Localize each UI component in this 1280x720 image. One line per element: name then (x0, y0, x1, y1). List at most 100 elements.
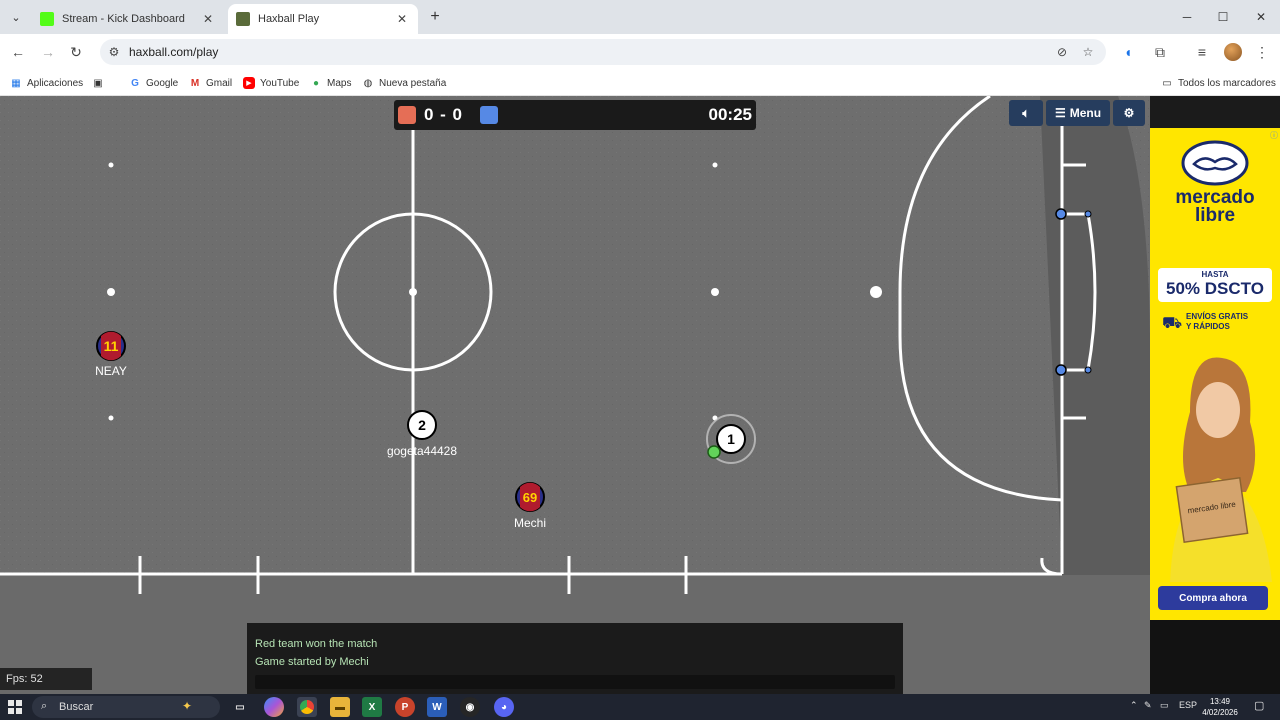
all-bookmarks[interactable]: ▭ Todos los marcadores (1161, 75, 1276, 91)
maps-icon: ● (312, 77, 320, 89)
sound-button[interactable]: 🔈︎ (1009, 100, 1043, 126)
bookmark-label: Maps (327, 77, 352, 89)
haxball-game[interactable]: 11 2 69 1 NEAY gogeta44428 Mechi 0 - 0 0… (0, 96, 1150, 694)
clock-time: 13:49 (1209, 697, 1231, 706)
ad-shipping-line1: ENVÍOS GRATIS (1186, 312, 1249, 321)
chrome-icon[interactable] (297, 697, 317, 717)
ad-shipping-line2: Y RÁPIDOS (1186, 322, 1230, 331)
close-window-icon[interactable]: ✕ (1248, 6, 1274, 28)
windows-taskbar: ⌕ Buscar ✦ ▭ ▬ X P W ◉ ◕ ⌃ ✎ ▭ ESP 13:49… (0, 694, 1280, 720)
obs-icon[interactable]: ◉ (460, 697, 480, 717)
gear-icon: ⚙ (1123, 106, 1135, 120)
kick-favicon-icon (40, 12, 54, 26)
show-hidden-icons-icon[interactable]: ⌃ (1130, 700, 1138, 711)
google-icon: G (131, 77, 139, 89)
language-indicator[interactable]: ESP (1179, 700, 1197, 710)
player-disc-gogeta[interactable]: 2 (407, 410, 437, 440)
avatar[interactable] (1224, 43, 1242, 61)
pen-icon[interactable]: ✎ (1144, 700, 1152, 711)
mercado-libre-ad[interactable]: mercado libre HASTA 50% DSCTO ⛟ ENVÍOS G… (1150, 128, 1280, 620)
extension-icon[interactable]: ◖ (1118, 42, 1138, 62)
chat-box: Red team won the match Game started by M… (247, 623, 903, 694)
media-controls-icon[interactable]: ≡ (1192, 42, 1212, 62)
forward-icon[interactable]: → (38, 42, 58, 62)
player-number: 69 (523, 490, 537, 505)
close-icon[interactable]: ✕ (200, 11, 216, 27)
network-icon[interactable]: ▭ (1160, 700, 1169, 711)
tab-kick-dashboard[interactable]: Stream - Kick Dashboard ✕ (32, 4, 224, 34)
excel-icon[interactable]: X (362, 697, 382, 717)
search-icon: ⌕ (41, 700, 48, 712)
task-view-icon[interactable]: ▭ (230, 697, 250, 717)
ad-promo-big: 50% DSCTO (1166, 279, 1264, 298)
bookmark-maps[interactable]: ● Maps (310, 75, 351, 91)
chat-input[interactable] (255, 675, 895, 689)
player-disc-mechi[interactable]: 69 (515, 482, 545, 512)
ad-model-image: mercado libre (1170, 357, 1272, 582)
ad-shipping-text: ENVÍOS GRATIS Y RÁPIDOS (1186, 312, 1278, 332)
folder-icon: ▭ (1162, 77, 1172, 89)
word-icon[interactable]: W (427, 697, 447, 717)
bookmark-label: Gmail (206, 77, 233, 89)
ad-cta-button[interactable]: Compra ahora (1158, 586, 1268, 610)
browser-toolbar: ← → ↻ ⚙ haxball.com/play ⊘ ☆ ◖ ⧉ ≡ ⋮ (0, 34, 1280, 70)
tab-groups-icon[interactable]: ▣ (92, 75, 109, 91)
bookmark-gmail[interactable]: M Gmail (189, 75, 232, 91)
reload-icon[interactable]: ↻ (66, 42, 86, 62)
notifications-icon[interactable]: ▢ (1254, 699, 1264, 712)
minimize-icon[interactable]: ─ (1174, 6, 1200, 28)
menu-button[interactable]: ☰ Menu (1046, 100, 1110, 126)
youtube-icon: ▶ (243, 77, 255, 89)
tab-haxball-play[interactable]: Haxball Play ✕ (228, 4, 418, 34)
new-tab-button[interactable]: + (424, 6, 446, 28)
blue-team-indicator (480, 106, 498, 124)
file-explorer-icon[interactable]: ▬ (330, 697, 350, 717)
windows-start-icon[interactable] (8, 700, 22, 714)
copilot-icon[interactable] (264, 697, 284, 717)
tab-title: Stream - Kick Dashboard (62, 13, 185, 25)
handshake-logo-icon (1181, 140, 1249, 186)
bookmark-label: YouTube (260, 77, 300, 89)
maximize-icon[interactable]: ☐ (1210, 6, 1236, 28)
system-clock[interactable]: 13:49 4/02/2026 (1196, 696, 1244, 718)
gmail-icon: M (190, 77, 200, 89)
player-name: NEAY (95, 364, 127, 378)
speaker-icon: 🔈︎ (1022, 105, 1030, 120)
bookmark-youtube[interactable]: ▶ YouTube (243, 75, 299, 91)
pitch-surface (0, 96, 1150, 575)
menu-label: Menu (1069, 106, 1102, 120)
haxball-favicon-icon (236, 12, 250, 26)
bookmark-label: Nueva pestaña (379, 77, 447, 89)
back-icon[interactable]: ← (8, 42, 28, 62)
close-icon[interactable]: ✕ (394, 11, 410, 27)
address-bar[interactable]: ⚙ haxball.com/play ⊘ ☆ (100, 39, 1106, 65)
soccer-field[interactable]: 11 2 69 1 (0, 96, 1150, 694)
site-info-icon[interactable]: ⚙ (104, 42, 124, 62)
extensions-puzzle-icon[interactable]: ⧉ (1150, 42, 1170, 62)
tab-search-chevron-icon[interactable]: ⌄ (6, 7, 26, 27)
bookmarks-bar: ▦ Aplicaciones ▣ G Google M Gmail ▶ YouT… (0, 70, 1280, 96)
sparkle-icon: ✦ (182, 699, 193, 713)
taskbar-search[interactable]: ⌕ Buscar ✦ (32, 696, 220, 718)
all-bookmarks-label: Todos los marcadores (1178, 77, 1276, 89)
clock-date: 4/02/2026 (1202, 708, 1238, 717)
truck-icon: ⛟ (1162, 315, 1183, 332)
eye-off-icon[interactable]: ⊘ (1052, 42, 1072, 62)
ad-info-icon[interactable]: ⓘ (1270, 130, 1278, 141)
settings-button[interactable]: ⚙ (1113, 100, 1145, 126)
browser-tabstrip: ⌄ Stream - Kick Dashboard ✕ Haxball Play… (0, 0, 1280, 34)
fps-counter: Fps: 52 (0, 668, 92, 690)
powerpoint-icon[interactable]: P (395, 697, 415, 717)
tab-title: Haxball Play (258, 13, 320, 25)
player-disc-neay[interactable]: 11 (96, 331, 126, 361)
bookmark-apps[interactable]: ▦ Aplicaciones (10, 75, 83, 91)
bookmark-star-icon[interactable]: ☆ (1078, 42, 1098, 62)
discord-icon[interactable]: ◕ (494, 697, 514, 717)
globe-icon: ◍ (363, 77, 373, 89)
ad-promo-small: HASTA (1201, 270, 1229, 279)
more-menu-icon[interactable]: ⋮ (1252, 42, 1272, 62)
bookmark-new-tab[interactable]: ◍ Nueva pestaña (362, 75, 447, 91)
ad-promo-badge: HASTA 50% DSCTO (1158, 268, 1272, 302)
apps-grid-icon: ▦ (11, 77, 21, 89)
bookmark-google[interactable]: G Google (129, 75, 178, 91)
